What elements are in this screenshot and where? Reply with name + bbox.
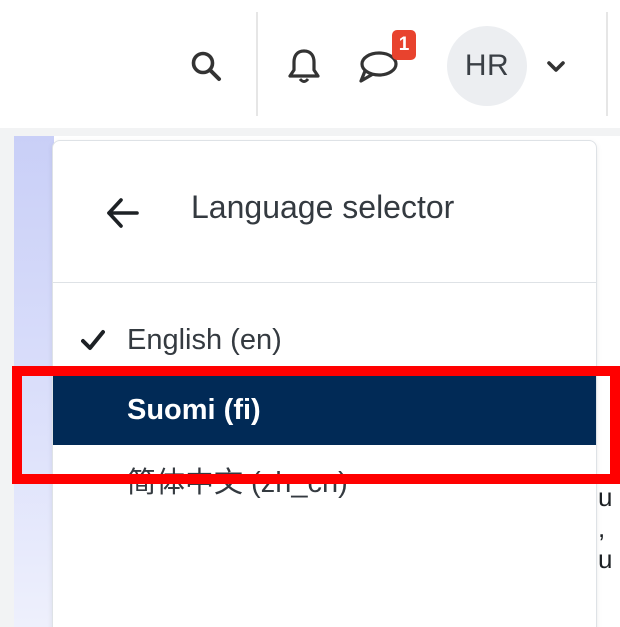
messages-count-badge: 1: [392, 30, 416, 60]
search-icon[interactable]: [186, 46, 226, 86]
top-navbar: 1 HR: [0, 0, 620, 128]
arrow-left-icon[interactable]: [103, 193, 143, 233]
page-text-fragment: u: [598, 544, 613, 574]
page-text-fragment: u ,: [598, 482, 613, 543]
highlight-outline: [12, 366, 620, 484]
navbar-divider-right: [606, 12, 608, 116]
language-option-label: English (en): [127, 323, 282, 356]
chevron-down-icon[interactable]: [542, 56, 570, 78]
language-selector-title: Language selector: [191, 189, 455, 225]
bell-icon[interactable]: [283, 44, 325, 88]
user-avatar[interactable]: HR: [447, 26, 527, 106]
language-selector-header: Language selector: [53, 141, 596, 283]
check-icon: [81, 329, 105, 351]
language-option-english[interactable]: English (en): [53, 305, 596, 375]
navbar-divider: [256, 12, 258, 116]
